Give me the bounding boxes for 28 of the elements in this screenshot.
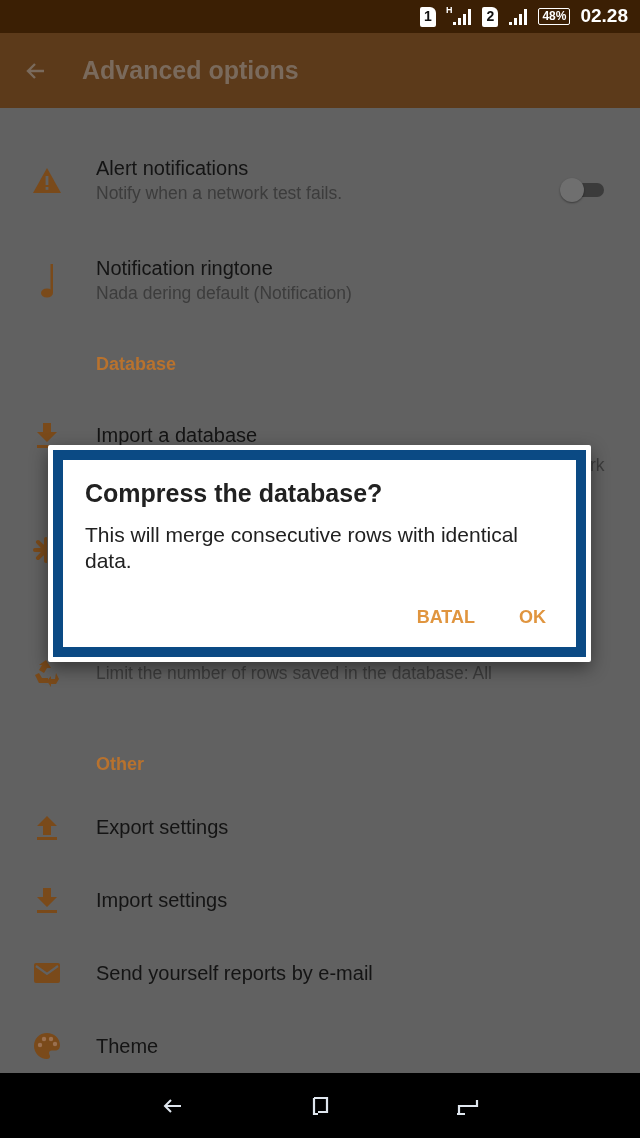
download-icon [34,885,60,914]
setting-title: Send yourself reports by e-mail [96,960,373,986]
setting-title: Export settings [96,814,229,840]
battery-level: 48% [538,8,571,25]
setting-title: Notification ringtone [96,256,274,281]
toggle-switch[interactable] [560,178,604,202]
recycle-icon [32,658,62,688]
screen-title: Advanced options [82,54,299,86]
download-icon [34,421,60,449]
music-note-icon [39,262,55,298]
palette-icon [33,1031,61,1060]
sim-badge: 2 [482,6,499,27]
signal-icon [508,7,529,26]
section-header: Other [95,753,144,776]
dialog-button[interactable]: BATAL [406,600,485,635]
section-header: Database [95,353,177,376]
setting-title: Theme [96,1033,159,1059]
network-type: H [445,4,453,17]
dialog-title: Compress the database? [85,478,384,508]
dialog-button[interactable]: OK [509,600,556,635]
warning-icon [32,166,62,194]
sim-badge: 1 [419,6,436,27]
setting-title: Import settings [96,887,228,913]
setting-title: Import a database [96,423,258,448]
clock: 02.28 [580,4,628,29]
signal-icon [452,7,473,26]
dialog-message: This will merge consecutive rows with identical data. [85,522,519,574]
setting-title: Alert notifications [96,156,250,181]
